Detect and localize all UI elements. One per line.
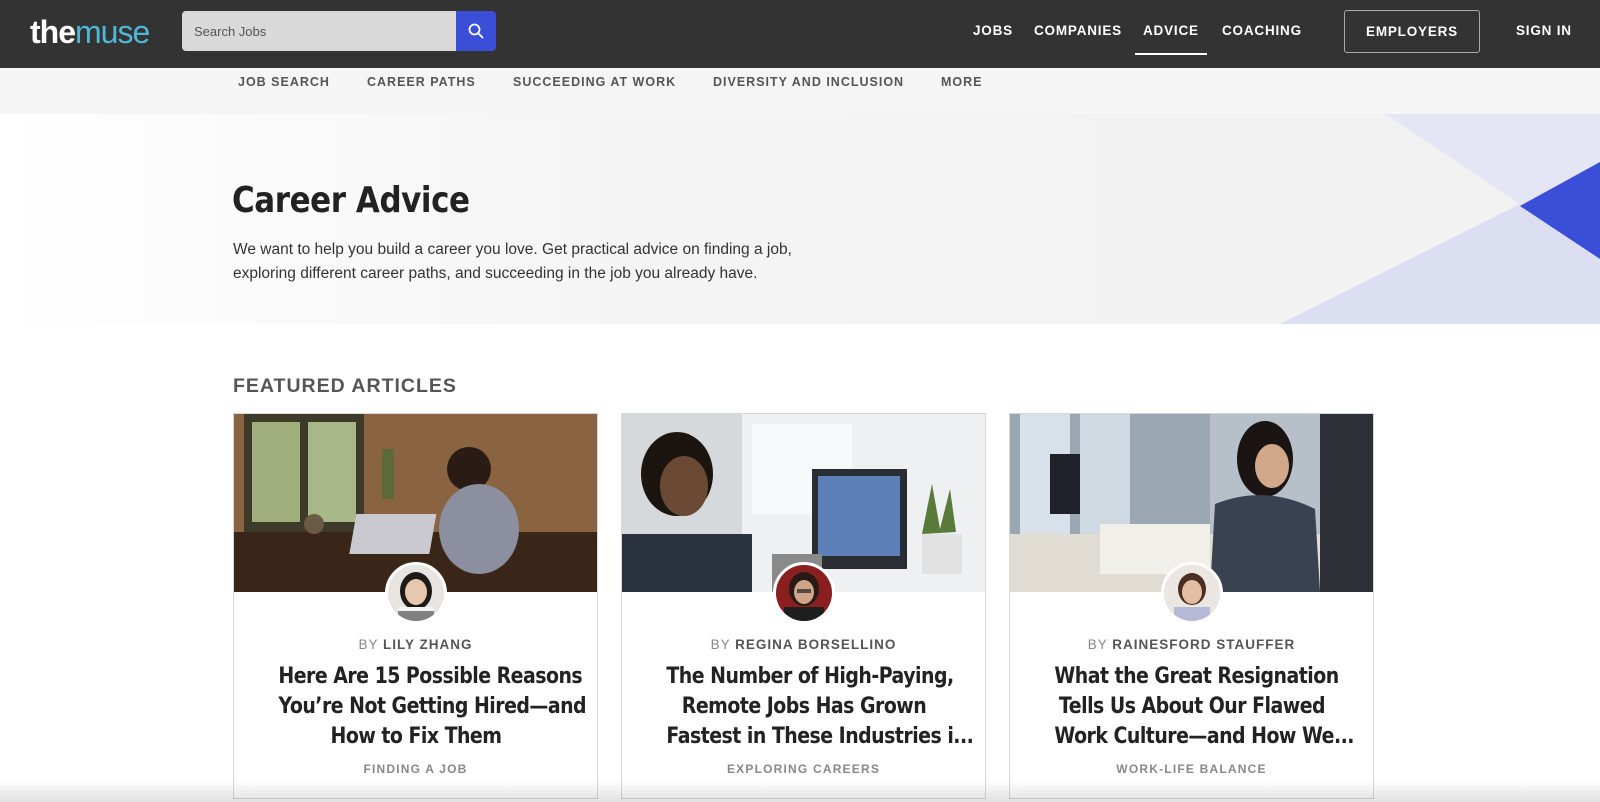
window-bottom-shadow <box>0 780 1600 802</box>
employers-button[interactable]: EMPLOYERS <box>1344 10 1480 53</box>
article-title-line: Work Culture—and How We... <box>1054 724 1354 749</box>
job-search-form <box>182 11 496 51</box>
article-title-line: You’re Not Getting Hired—and <box>278 694 587 719</box>
search-jobs-input[interactable] <box>182 11 456 51</box>
nav-active-indicator <box>1135 53 1207 55</box>
themuse-logo[interactable]: themuse <box>30 14 150 51</box>
article-author[interactable]: LILY ZHANG <box>383 637 473 652</box>
subnav-job-search[interactable]: JOB SEARCH <box>238 75 330 89</box>
article-category[interactable]: WORK-LIFE BALANCE <box>1010 762 1373 776</box>
career-advice-hero: Career Advice We want to help you build … <box>0 114 1600 324</box>
author-avatar <box>773 562 835 624</box>
by-label: BY <box>358 637 379 652</box>
subnav-diversity-and-inclusion[interactable]: DIVERSITY AND INCLUSION <box>713 75 904 89</box>
article-title-line: Remote Jobs Has Grown <box>681 694 927 719</box>
article-title-line: Here Are 15 Possible Reasons <box>278 664 583 689</box>
nav-jobs[interactable]: JOBS <box>973 23 1013 38</box>
subnav-succeeding-at-work[interactable]: SUCCEEDING AT WORK <box>513 75 676 89</box>
top-navigation-bar: themuse JOBS COMPANIES ADVICE COACHING E… <box>0 0 1600 68</box>
article-title-line: How to Fix Them <box>330 724 502 749</box>
subnav-career-paths[interactable]: CAREER PATHS <box>367 75 476 89</box>
article-card[interactable]: BY LILY ZHANG Here Are 15 Possible Reaso… <box>233 413 598 799</box>
article-card[interactable]: BY REGINA BORSELLINO The Number of High-… <box>621 413 986 799</box>
article-title[interactable]: Here Are 15 Possible Reasons You’re Not … <box>256 662 587 752</box>
logo-the: the <box>30 14 76 50</box>
nav-advice[interactable]: ADVICE <box>1143 23 1199 38</box>
article-byline: BY LILY ZHANG <box>234 637 597 652</box>
author-avatar <box>1161 562 1223 624</box>
by-label: BY <box>1087 637 1108 652</box>
article-title[interactable]: What the Great Resignation Tells Us Abou… <box>1032 662 1354 752</box>
page-description: We want to help you build a career you l… <box>233 241 792 282</box>
by-label: BY <box>710 637 731 652</box>
featured-articles-heading: FEATURED ARTICLES <box>233 375 457 397</box>
article-card[interactable]: BY RAINESFORD STAUFFER What the Great Re… <box>1009 413 1374 799</box>
subnav-more[interactable]: MORE <box>941 75 983 89</box>
page-title: Career Advice <box>232 180 470 221</box>
author-avatar <box>385 562 447 624</box>
advice-subnav: JOB SEARCH CAREER PATHS SUCCEEDING AT WO… <box>0 68 1600 114</box>
nav-coaching[interactable]: COACHING <box>1222 23 1302 38</box>
search-button[interactable] <box>456 11 496 51</box>
article-title-line: Fastest in These Industries i... <box>666 724 974 749</box>
article-title[interactable]: The Number of High-Paying, Remote Jobs H… <box>644 662 974 752</box>
article-byline: BY RAINESFORD STAUFFER <box>1010 637 1373 652</box>
article-author[interactable]: REGINA BORSELLINO <box>735 637 896 652</box>
article-author[interactable]: RAINESFORD STAUFFER <box>1112 637 1295 652</box>
search-icon <box>468 23 484 39</box>
article-category[interactable]: EXPLORING CAREERS <box>622 762 985 776</box>
sign-in-link[interactable]: SIGN IN <box>1516 23 1572 38</box>
logo-muse: muse <box>75 14 150 50</box>
article-title-line: Tells Us About Our Flawed <box>1058 694 1326 719</box>
article-title-line: The Number of High-Paying, <box>666 664 954 689</box>
article-category[interactable]: FINDING A JOB <box>234 762 597 776</box>
article-title-line: What the Great Resignation <box>1054 664 1339 689</box>
article-byline: BY REGINA BORSELLINO <box>622 637 985 652</box>
nav-companies[interactable]: COMPANIES <box>1034 23 1122 38</box>
